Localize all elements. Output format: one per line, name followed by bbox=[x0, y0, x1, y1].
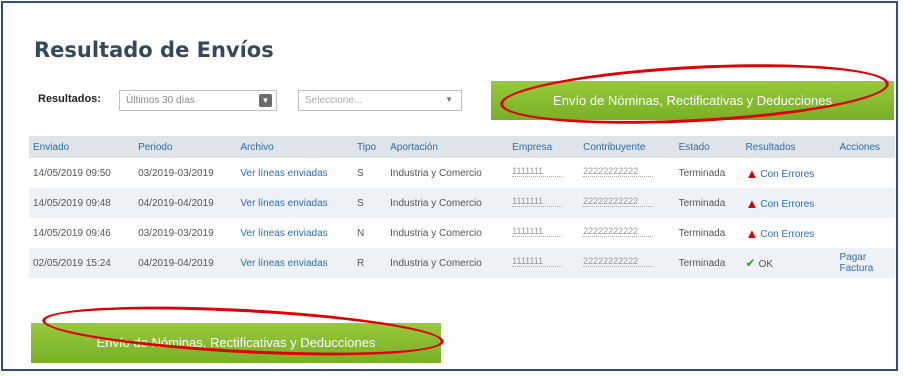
cell-periodo: 03/2019-03/2019 bbox=[138, 227, 214, 239]
table-row: 02/05/2019 15:24 04/2019-04/2019 Ver lín… bbox=[29, 248, 895, 278]
chevron-down-icon: ▼ bbox=[445, 95, 453, 104]
col-contribuyente[interactable]: Contribuyente bbox=[579, 136, 675, 158]
cell-aportacion: Industria y Comercio bbox=[390, 227, 482, 239]
warning-triangle-icon: ▲ bbox=[745, 225, 759, 241]
ver-lineas-link[interactable]: Ver líneas enviadas bbox=[240, 228, 327, 239]
cell-contribuyente: 22222222222 bbox=[583, 196, 654, 207]
cell-empresa: 1111111 bbox=[512, 226, 563, 237]
results-table: Enviado Periodo Archivo Tipo Aportación … bbox=[29, 136, 895, 278]
check-icon: ✔ bbox=[745, 256, 756, 270]
con-errores-link[interactable]: Con Errores bbox=[760, 169, 814, 180]
cell-periodo: 03/2019-03/2019 bbox=[138, 167, 214, 179]
col-empresa[interactable]: Empresa bbox=[508, 136, 580, 158]
cell-contribuyente: 22222222222 bbox=[583, 256, 654, 267]
ver-lineas-link[interactable]: Ver líneas enviadas bbox=[240, 168, 327, 179]
cell-enviado: 14/05/2019 09:48 bbox=[29, 188, 135, 218]
cell-enviado: 02/05/2019 15:24 bbox=[29, 248, 135, 278]
cell-contribuyente: 22222222222 bbox=[583, 166, 654, 177]
ver-lineas-link[interactable]: Ver líneas enviadas bbox=[240, 198, 327, 209]
dropdown-arrow-icon[interactable]: ▼ bbox=[259, 94, 272, 107]
cell-estado: Terminada bbox=[678, 227, 726, 239]
cell-estado: Terminada bbox=[674, 248, 742, 278]
resultados-label: Resultados: bbox=[38, 93, 101, 105]
col-aportacion[interactable]: Aportación bbox=[386, 136, 509, 158]
cell-aportacion: Industria y Comercio bbox=[386, 188, 509, 218]
table-header-row: Enviado Periodo Archivo Tipo Aportación … bbox=[29, 136, 895, 158]
col-enviado[interactable]: Enviado bbox=[29, 136, 135, 158]
warning-triangle-icon: ▲ bbox=[745, 195, 759, 211]
resultados-select-value: Últimos 30 días bbox=[126, 95, 195, 106]
col-resultados[interactable]: Resultados bbox=[741, 136, 836, 158]
secondary-select[interactable]: Seleccione... ▼ bbox=[298, 90, 462, 111]
ok-status: OK bbox=[758, 259, 774, 270]
cell-acciones bbox=[835, 218, 895, 248]
pagar-factura-link[interactable]: Pagar Factura bbox=[839, 252, 879, 274]
cell-estado: Terminada bbox=[674, 188, 742, 218]
col-acciones[interactable]: Acciones bbox=[835, 136, 895, 158]
secondary-select-placeholder: Seleccione... bbox=[305, 95, 363, 106]
con-errores-link[interactable]: Con Errores bbox=[760, 199, 814, 210]
cell-enviado: 14/05/2019 09:50 bbox=[33, 167, 111, 179]
table-row: 14/05/2019 09:50 03/2019-03/2019 Ver lín… bbox=[29, 158, 895, 188]
cell-enviado: 14/05/2019 09:46 bbox=[33, 227, 111, 239]
ver-lineas-link[interactable]: Ver líneas enviadas bbox=[240, 258, 327, 269]
cell-tipo: S bbox=[356, 167, 364, 179]
cell-empresa: 1111111 bbox=[512, 196, 563, 207]
envio-nominas-button-bottom[interactable]: Envío de Nóminas, Rectificativas y Deduc… bbox=[31, 323, 441, 363]
cell-tipo: N bbox=[356, 227, 365, 239]
cell-aportacion: Industria y Comercio bbox=[390, 167, 482, 179]
cell-acciones bbox=[835, 158, 895, 188]
cell-periodo: 04/2019-04/2019 bbox=[134, 188, 237, 218]
cell-tipo: S bbox=[352, 188, 387, 218]
col-periodo[interactable]: Periodo bbox=[134, 136, 237, 158]
cell-estado: Terminada bbox=[678, 167, 726, 179]
cell-tipo: R bbox=[352, 248, 387, 278]
col-archivo[interactable]: Archivo bbox=[236, 136, 353, 158]
warning-triangle-icon: ▲ bbox=[745, 165, 759, 181]
table-row: 14/05/2019 09:48 04/2019-04/2019 Ver lín… bbox=[29, 188, 895, 218]
col-estado[interactable]: Estado bbox=[674, 136, 742, 158]
cell-empresa: 1111111 bbox=[512, 256, 563, 267]
envio-nominas-button-top[interactable]: Envío de Nóminas, Rectificativas y Deduc… bbox=[491, 81, 894, 120]
table-row: 14/05/2019 09:46 03/2019-03/2019 Ver lín… bbox=[29, 218, 895, 248]
col-tipo[interactable]: Tipo bbox=[352, 136, 387, 158]
resultados-select[interactable]: Últimos 30 días ▼ bbox=[119, 90, 277, 111]
page-title: Resultado de Envíos bbox=[34, 38, 274, 62]
cell-contribuyente: 22222222222 bbox=[583, 226, 654, 237]
cell-acciones bbox=[835, 188, 895, 218]
cell-aportacion: Industria y Comercio bbox=[386, 248, 509, 278]
cell-empresa: 1111111 bbox=[512, 166, 563, 177]
cell-periodo: 04/2019-04/2019 bbox=[134, 248, 237, 278]
con-errores-link[interactable]: Con Errores bbox=[760, 229, 814, 240]
